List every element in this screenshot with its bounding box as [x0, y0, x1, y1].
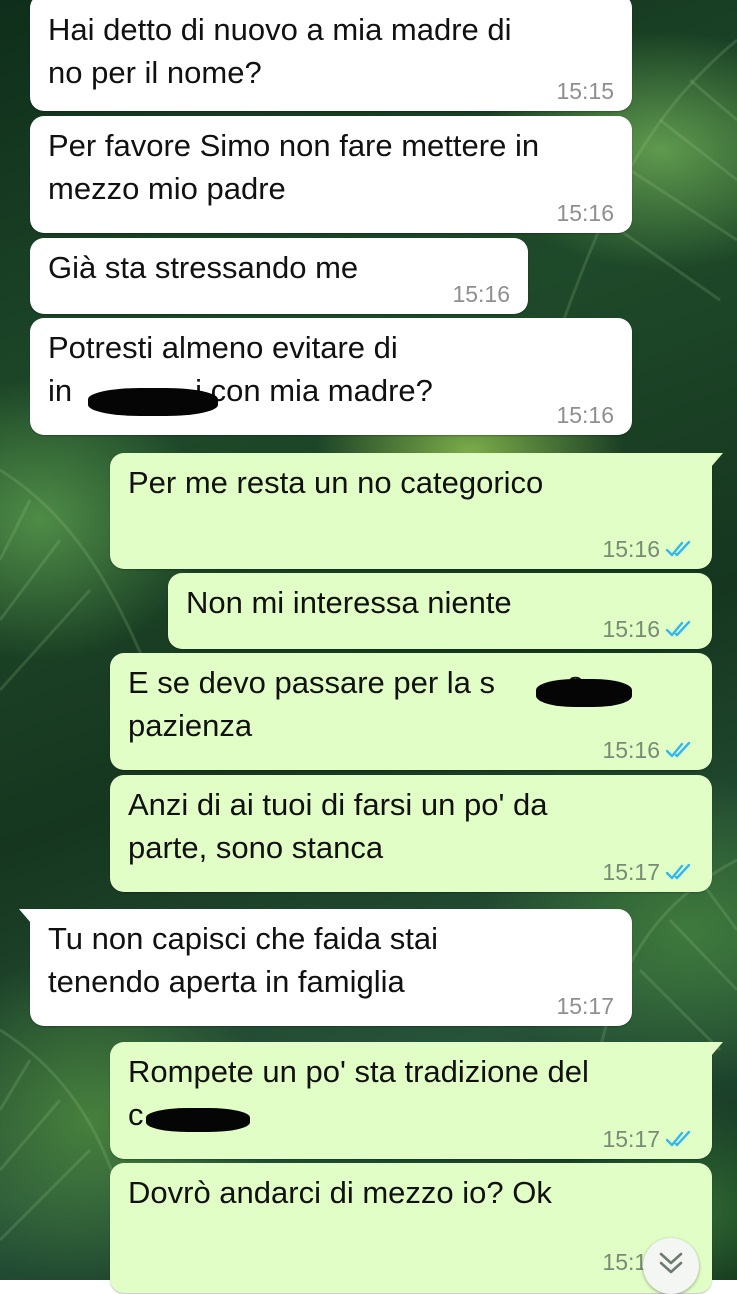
message-text: E se devo passare per la sa,pazienza [128, 665, 593, 743]
message-timestamp: 15:16 [602, 536, 660, 562]
redaction-mark [88, 388, 218, 416]
message-timestamp: 15:15 [556, 78, 614, 104]
message-bubble-outgoing[interactable]: Dovrò andarci di mezzo io? Ok 15:17 [110, 1163, 712, 1293]
message-text: Tu non capisci che faida stai tenendo ape… [48, 921, 439, 999]
message-timestamp: 15:16 [602, 616, 660, 642]
message-text: Hai detto di nuovo a mia madre di no per … [48, 12, 512, 90]
message-meta: 15:16 [602, 615, 694, 643]
double-check-icon [666, 620, 694, 638]
message-bubble-outgoing[interactable]: E se devo passare per la sa,pazienza 15:… [110, 653, 712, 770]
message-meta: 15:16 [602, 736, 694, 764]
message-meta: 15:16 [602, 535, 694, 563]
message-bubble-incoming[interactable]: Già sta stressando me 15:16 [30, 238, 528, 314]
scroll-to-bottom-button[interactable] [643, 1238, 699, 1294]
message-timestamp: 15:16 [556, 402, 614, 428]
message-timestamp: 15:17 [602, 1126, 660, 1152]
message-bubble-outgoing[interactable]: Rompete un po' sta tradizione del c 15:17 [110, 1042, 723, 1159]
message-bubble-outgoing[interactable]: Per me resta un no categorico 15:16 [110, 453, 723, 569]
message-text: Già sta stressando me [48, 250, 359, 285]
message-meta: 15:17 [556, 992, 614, 1020]
message-bubble-incoming[interactable]: Hai detto di nuovo a mia madre di no per … [30, 0, 632, 111]
message-bubble-incoming[interactable]: Per favore Simo non fare mettere in mezzo… [30, 116, 632, 233]
message-timestamp: 15:17 [556, 993, 614, 1019]
message-text: Per me resta un no categorico [128, 465, 544, 500]
message-bubble-incoming[interactable]: Potresti almeno evitare di in i con mia ma… [30, 318, 632, 435]
message-meta: 15:16 [556, 401, 614, 429]
message-meta: 15:17 [602, 858, 694, 886]
double-check-icon [666, 540, 694, 558]
message-meta: 15:15 [556, 77, 614, 105]
double-check-icon [666, 1130, 694, 1148]
redaction-mark [536, 679, 632, 707]
message-meta: 15:16 [556, 199, 614, 227]
double-check-icon [666, 863, 694, 881]
message-text: Per favore Simo non fare mettere in mezzo… [48, 128, 540, 206]
message-timestamp: 15:16 [556, 200, 614, 226]
redaction-mark [146, 1108, 250, 1132]
message-bubble-outgoing[interactable]: Anzi di ai tuoi di farsi un po' da parte,… [110, 775, 712, 892]
message-timestamp: 15:16 [452, 281, 510, 307]
message-bubble-outgoing[interactable]: Non mi interessa niente 15:16 [168, 573, 712, 649]
message-text: Anzi di ai tuoi di farsi un po' da parte,… [128, 787, 548, 865]
message-text: Non mi interessa niente [186, 585, 512, 620]
message-timestamp: 15:17 [602, 859, 660, 885]
double-check-icon [666, 741, 694, 759]
message-meta: 15:16 [452, 280, 510, 308]
message-timestamp: 15:16 [602, 737, 660, 763]
message-text: Dovrò andarci di mezzo io? Ok [128, 1175, 552, 1210]
message-bubble-incoming[interactable]: Tu non capisci che faida stai tenendo ape… [19, 909, 632, 1026]
message-meta: 15:17 [602, 1125, 694, 1153]
double-chevron-down-icon [657, 1250, 685, 1281]
